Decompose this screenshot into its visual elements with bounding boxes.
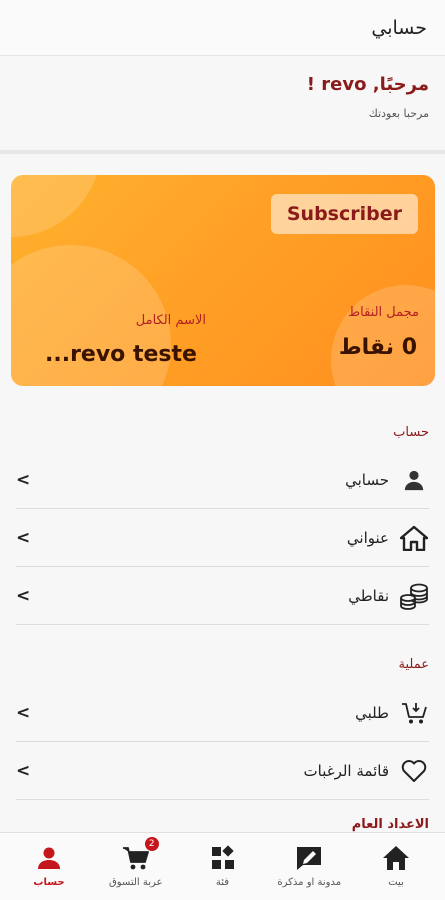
page-title: حسابي bbox=[371, 16, 427, 39]
menu-item-my-orders[interactable]: < طلبي bbox=[16, 684, 429, 742]
cart-down-icon bbox=[399, 698, 429, 728]
greeting-title: مرحبًا, revo ! bbox=[306, 74, 429, 95]
section-title-general-settings: الاعداد العام bbox=[351, 817, 429, 832]
nav-tab-home[interactable]: بيت bbox=[353, 833, 439, 900]
nav-tab-account[interactable]: حساب bbox=[6, 833, 92, 900]
card-decoration bbox=[11, 175, 101, 237]
nav-tab-blog[interactable]: مدونة او مذكرة bbox=[266, 833, 352, 900]
category-icon bbox=[210, 843, 236, 873]
chevron-left-icon: < bbox=[16, 585, 31, 606]
chevron-left-icon: < bbox=[16, 702, 31, 723]
section-title-account: حساب bbox=[393, 425, 429, 440]
menu-item-label: حسابي bbox=[345, 470, 389, 489]
nav-tab-label: بيت bbox=[388, 877, 404, 888]
menu-item-label: نقاطي bbox=[348, 586, 389, 605]
menu-item-my-account[interactable]: < حسابي bbox=[16, 451, 429, 509]
menu-item-my-points[interactable]: < نقاطي bbox=[16, 567, 429, 625]
menu-item-wishlist[interactable]: < قائمة الرغبات bbox=[16, 742, 429, 800]
section-title-operations: عملية bbox=[398, 657, 429, 672]
menu-item-label: قائمة الرغبات bbox=[303, 761, 389, 780]
nav-tab-label: عربة التسوق bbox=[109, 877, 163, 888]
person-icon bbox=[399, 465, 429, 495]
nav-tab-category[interactable]: فئة bbox=[180, 833, 266, 900]
points-value: 0 نقاط bbox=[338, 335, 417, 360]
membership-badge: Subscriber bbox=[270, 194, 418, 234]
nav-tab-label: حساب bbox=[33, 877, 65, 888]
greeting-subtitle: مرحبا بعودتك bbox=[368, 107, 429, 120]
nav-tab-label: فئة bbox=[215, 877, 230, 888]
full-name-value: ...revo teste bbox=[45, 342, 197, 367]
nav-tab-label: مدونة او مذكرة bbox=[277, 877, 342, 888]
full-name-label: الاسم الكامل bbox=[135, 313, 206, 328]
home-icon bbox=[399, 523, 429, 553]
person-icon bbox=[36, 843, 62, 873]
menu-item-label: عنواني bbox=[346, 528, 389, 547]
nav-tab-cart[interactable]: 2 عربة التسوق bbox=[93, 833, 179, 900]
coins-icon bbox=[399, 581, 429, 611]
chevron-left-icon: < bbox=[16, 469, 31, 490]
chevron-left-icon: < bbox=[16, 527, 31, 548]
heart-icon bbox=[399, 756, 429, 786]
blog-icon bbox=[295, 843, 323, 873]
menu-item-label: طلبي bbox=[355, 703, 389, 722]
menu-item-my-address[interactable]: < عنواني bbox=[16, 509, 429, 567]
bottom-navigation: حساب 2 عربة التسوق فئة مدونة او مذكرة بي… bbox=[0, 832, 445, 900]
home-icon bbox=[382, 843, 410, 873]
cart-count-badge: 2 bbox=[144, 837, 159, 851]
chevron-left-icon: < bbox=[16, 760, 31, 781]
app-bar: حسابي bbox=[0, 0, 445, 56]
points-label: مجمل النقاط bbox=[348, 305, 419, 320]
membership-card: Subscriber مجمل النقاط 0 نقاط الاسم الكا… bbox=[11, 175, 435, 386]
greeting-block: مرحبًا, revo ! مرحبا بعودتك bbox=[0, 56, 445, 154]
